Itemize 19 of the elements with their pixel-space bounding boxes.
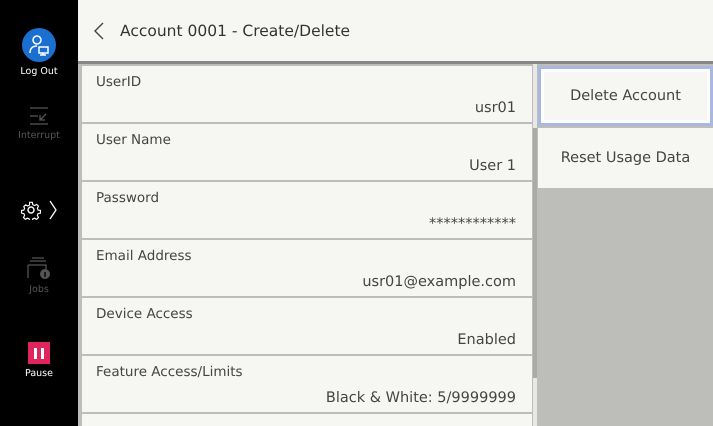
field-row[interactable]: UserID usr01 [82,66,532,122]
back-button[interactable] [94,22,104,40]
pause-button[interactable]: Pause [0,342,78,412]
action-button[interactable]: Delete Account [538,66,713,126]
field-row[interactable]: Password ************ [82,182,532,238]
pause-icon [28,342,50,364]
field-row[interactable]: Feature Access/Limits Black & White: 5/9999999 [82,356,532,412]
user-icon [22,28,56,62]
interrupt-icon [28,106,50,126]
action-button[interactable]: Reset Usage Data [538,128,713,188]
screen-title: Account 0001 - Create/Delete [120,22,350,40]
field-row[interactable]: Device Access Enabled [82,298,532,354]
settings-icon [21,200,41,220]
field-row[interactable]: User Name User 1 [82,124,532,180]
logout-button[interactable]: Log Out [0,28,78,106]
chevron-right-icon [49,200,57,220]
scrollbar[interactable] [533,64,537,426]
field-row[interactable]: Email Address usr01@example.com [82,240,532,296]
jobs-icon [27,256,51,280]
